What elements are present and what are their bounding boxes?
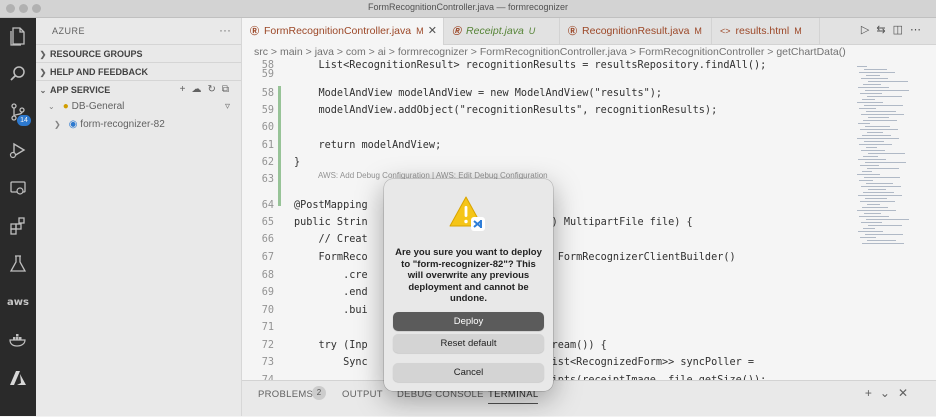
deploy-button[interactable]: Deploy <box>393 312 544 331</box>
dialog-message: Are you sure you want to deploy to "form… <box>395 247 542 304</box>
deploy-confirm-dialog: Are you sure you want to deploy to "form… <box>384 179 553 391</box>
reset-default-button[interactable]: Reset default <box>393 334 544 353</box>
warning-icon <box>448 193 488 233</box>
cancel-button[interactable]: Cancel <box>393 363 544 382</box>
